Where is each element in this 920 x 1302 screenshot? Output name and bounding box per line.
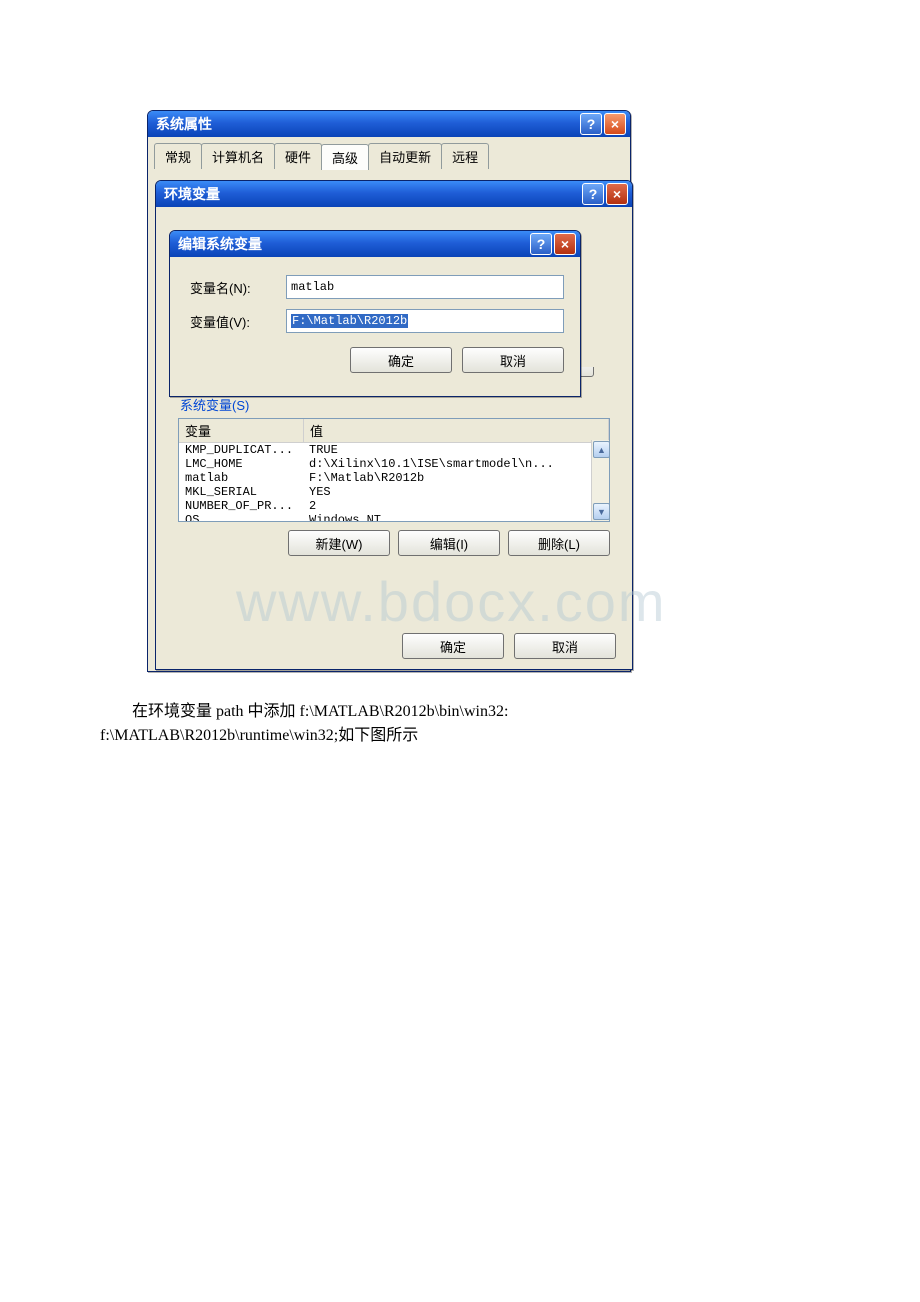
edit-dialog-titlebar[interactable]: 编辑系统变量 ? × xyxy=(170,231,580,257)
env-titlebar[interactable]: 环境变量 ? × xyxy=(156,181,632,207)
caption-text: 在环境变量 path 中添加 f:\MATLAB\R2012b\bin\win3… xyxy=(100,700,740,748)
screenshot: 系统属性 ? × 常规 计算机名 硬件 高级 自动更新 远程 环境变量 ? × xyxy=(147,110,631,670)
scrollbar[interactable]: ▲ ▼ xyxy=(591,440,609,521)
column-value-header[interactable]: 值 xyxy=(304,419,609,442)
tab-remote[interactable]: 远程 xyxy=(441,143,489,169)
list-item[interactable]: MKL_SERIALYES xyxy=(179,485,609,499)
system-properties-titlebar[interactable]: 系统属性 ? × xyxy=(148,111,630,137)
system-variables-list[interactable]: 变量 值 KMP_DUPLICAT...TRUE LMC_HOMEd:\Xili… xyxy=(178,418,610,522)
env-bottom-buttons: 确定 取消 xyxy=(156,633,632,659)
help-icon[interactable]: ? xyxy=(582,183,604,205)
scroll-down-icon[interactable]: ▼ xyxy=(593,503,610,520)
watermark: www.bdocx.com xyxy=(236,569,667,634)
list-item[interactable]: matlabF:\Matlab\R2012b xyxy=(179,471,609,485)
column-name-header[interactable]: 变量 xyxy=(179,419,304,442)
caption-line-2: f:\MATLAB\R2012b\runtime\win32;如下图所示 xyxy=(100,727,418,744)
system-vars-button-row: 新建(W) 编辑(I) 删除(L) xyxy=(170,530,610,556)
system-properties-title: 系统属性 xyxy=(156,114,578,134)
edit-dialog-body: 变量名(N): matlab 变量值(V): F:\Matlab\R2012b … xyxy=(170,257,580,383)
edit-system-variable-dialog: 编辑系统变量 ? × 变量名(N): matlab 变量值(V): F:\Mat… xyxy=(169,230,581,397)
list-body[interactable]: KMP_DUPLICAT...TRUE LMC_HOMEd:\Xilinx\10… xyxy=(179,443,609,521)
tab-strip: 常规 计算机名 硬件 高级 自动更新 远程 xyxy=(154,143,630,169)
variable-value-label: 变量值(V): xyxy=(190,312,286,331)
cancel-button[interactable]: 取消 xyxy=(462,347,564,373)
tab-computer-name[interactable]: 计算机名 xyxy=(201,143,275,169)
tab-general[interactable]: 常规 xyxy=(154,143,202,169)
cancel-button[interactable]: 取消 xyxy=(514,633,616,659)
ok-button[interactable]: 确定 xyxy=(350,347,452,373)
help-icon[interactable]: ? xyxy=(530,233,552,255)
scroll-up-icon[interactable]: ▲ xyxy=(593,441,610,458)
close-icon[interactable]: × xyxy=(604,113,626,135)
list-header[interactable]: 变量 值 xyxy=(179,419,609,443)
tab-advanced[interactable]: 高级 xyxy=(321,144,369,170)
help-icon[interactable]: ? xyxy=(580,113,602,135)
list-item[interactable]: KMP_DUPLICAT...TRUE xyxy=(179,443,609,457)
list-item[interactable]: OSWindows_NT xyxy=(179,513,609,521)
edit-dialog-title: 编辑系统变量 xyxy=(178,234,528,254)
ok-button[interactable]: 确定 xyxy=(402,633,504,659)
edit-button[interactable]: 编辑(I) xyxy=(398,530,500,556)
close-icon[interactable]: × xyxy=(606,183,628,205)
variable-value-input[interactable]: F:\Matlab\R2012b xyxy=(286,309,564,333)
list-item[interactable]: LMC_HOMEd:\Xilinx\10.1\ISE\smartmodel\n.… xyxy=(179,457,609,471)
caption-line-1: 在环境变量 path 中添加 f:\MATLAB\R2012b\bin\win3… xyxy=(100,700,740,724)
system-variables-label: 系统变量(S) xyxy=(180,395,618,414)
delete-button[interactable]: 删除(L) xyxy=(508,530,610,556)
list-item[interactable]: NUMBER_OF_PR...2 xyxy=(179,499,609,513)
edit-dialog-buttons: 确定 取消 xyxy=(190,347,564,373)
tab-hardware[interactable]: 硬件 xyxy=(274,143,322,169)
variable-name-input[interactable]: matlab xyxy=(286,275,564,299)
env-title: 环境变量 xyxy=(164,184,580,204)
variable-name-label: 变量名(N): xyxy=(190,278,286,297)
close-icon[interactable]: × xyxy=(554,233,576,255)
tab-auto-update[interactable]: 自动更新 xyxy=(368,143,442,169)
new-button[interactable]: 新建(W) xyxy=(288,530,390,556)
